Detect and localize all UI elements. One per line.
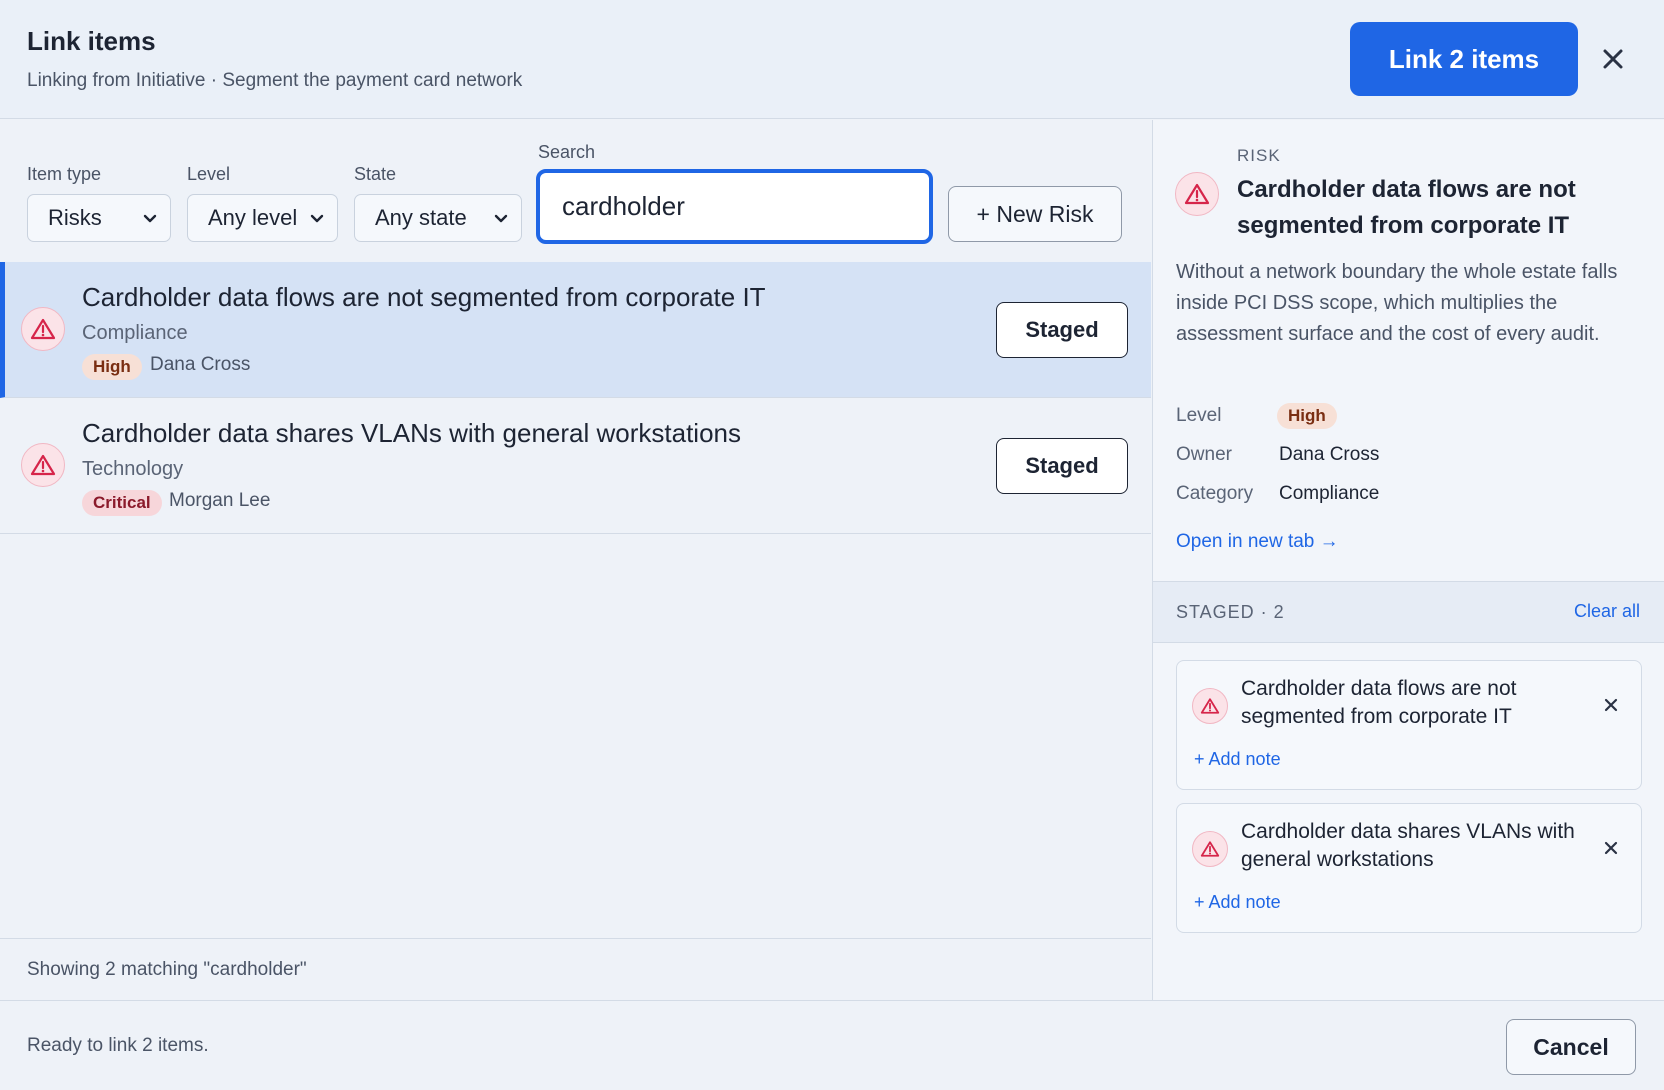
search-input[interactable] [536, 169, 933, 244]
level-badge: High [82, 354, 142, 380]
dialog-title: Link items [27, 26, 156, 56]
staged-item-title: Cardholder data shares VLANs with genera… [1241, 820, 1575, 871]
detail-owner-value: Dana Cross [1279, 444, 1380, 465]
warning-triangle-icon [1192, 688, 1228, 724]
staged-item-title: Cardholder data flows are not segmented … [1241, 677, 1517, 728]
results-panel: Item type Risks Level Any level State An… [0, 120, 1151, 1000]
level-select[interactable]: Any level [187, 194, 338, 242]
chevron-down-icon [494, 214, 508, 223]
staged-count: STAGED · 2 [1176, 602, 1285, 622]
results-count: Showing 2 matching "cardholder" [0, 938, 1151, 1000]
staged-button[interactable]: Staged [996, 302, 1128, 358]
close-icon[interactable] [1598, 44, 1628, 74]
footer-status: Ready to link 2 items. [27, 1035, 209, 1056]
chevron-down-icon [310, 214, 324, 223]
detail-category-label: Category [1176, 483, 1254, 504]
warning-triangle-icon [1175, 172, 1219, 216]
state-value: Any state [375, 205, 467, 230]
remove-staged-icon[interactable] [1601, 695, 1621, 715]
add-note-link[interactable]: + Add note [1194, 892, 1281, 913]
level-badge: High [1277, 403, 1337, 429]
warning-triangle-icon [1192, 831, 1228, 867]
result-row[interactable]: Cardholder data flows are not segmented … [0, 262, 1151, 398]
chevron-down-icon [143, 214, 157, 223]
staged-header: STAGED · 2 Clear all [1153, 581, 1664, 643]
staged-button[interactable]: Staged [996, 438, 1128, 494]
dialog-subtitle: Linking from Initiative · Segment the pa… [27, 70, 523, 91]
result-category: Technology [82, 458, 184, 480]
level-label: Level [187, 164, 231, 184]
open-in-new-tab-link[interactable]: Open in new tab → [1176, 531, 1339, 553]
search-label: Search [538, 142, 596, 162]
result-title: Cardholder data shares VLANs with genera… [82, 418, 742, 448]
dialog-footer: Ready to link 2 items. Cancel [0, 1000, 1664, 1090]
warning-triangle-icon [21, 307, 65, 351]
result-owner: Morgan Lee [169, 490, 271, 511]
state-select[interactable]: Any state [354, 194, 522, 242]
add-note-link[interactable]: + Add note [1194, 749, 1281, 770]
item-type-select[interactable]: Risks [27, 194, 171, 242]
level-badge: Critical [82, 490, 162, 516]
result-row[interactable]: Cardholder data shares VLANs with genera… [0, 398, 1151, 534]
warning-triangle-icon [21, 443, 65, 487]
level-value: Any level [208, 205, 298, 230]
item-type-label: Item type [27, 164, 102, 184]
link-items-button[interactable]: Link 2 items [1350, 22, 1578, 96]
staged-item: Cardholder data shares VLANs with genera… [1176, 803, 1642, 933]
detail-panel: RISK Cardholder data flows are not segme… [1152, 120, 1664, 1000]
detail-owner-label: Owner [1176, 444, 1232, 465]
staged-item: Cardholder data flows are not segmented … [1176, 660, 1642, 790]
dialog-header: Link items Linking from Initiative · Seg… [0, 0, 1664, 119]
detail-title: Cardholder data flows are not segmented … [1237, 176, 1576, 239]
result-title: Cardholder data flows are not segmented … [82, 282, 766, 312]
detail-kicker: RISK [1237, 146, 1281, 165]
detail-description: Without a network boundary the whole est… [1176, 261, 1618, 345]
cancel-button[interactable]: Cancel [1506, 1019, 1636, 1075]
item-type-value: Risks [48, 205, 102, 230]
detail-category-value: Compliance [1279, 483, 1380, 504]
remove-staged-icon[interactable] [1601, 838, 1621, 858]
result-owner: Dana Cross [150, 354, 251, 375]
clear-all-link[interactable]: Clear all [1574, 601, 1640, 622]
new-risk-button[interactable]: + New Risk [948, 186, 1122, 242]
detail-level-label: Level [1176, 405, 1222, 426]
state-label: State [354, 164, 397, 184]
result-category: Compliance [82, 322, 188, 344]
